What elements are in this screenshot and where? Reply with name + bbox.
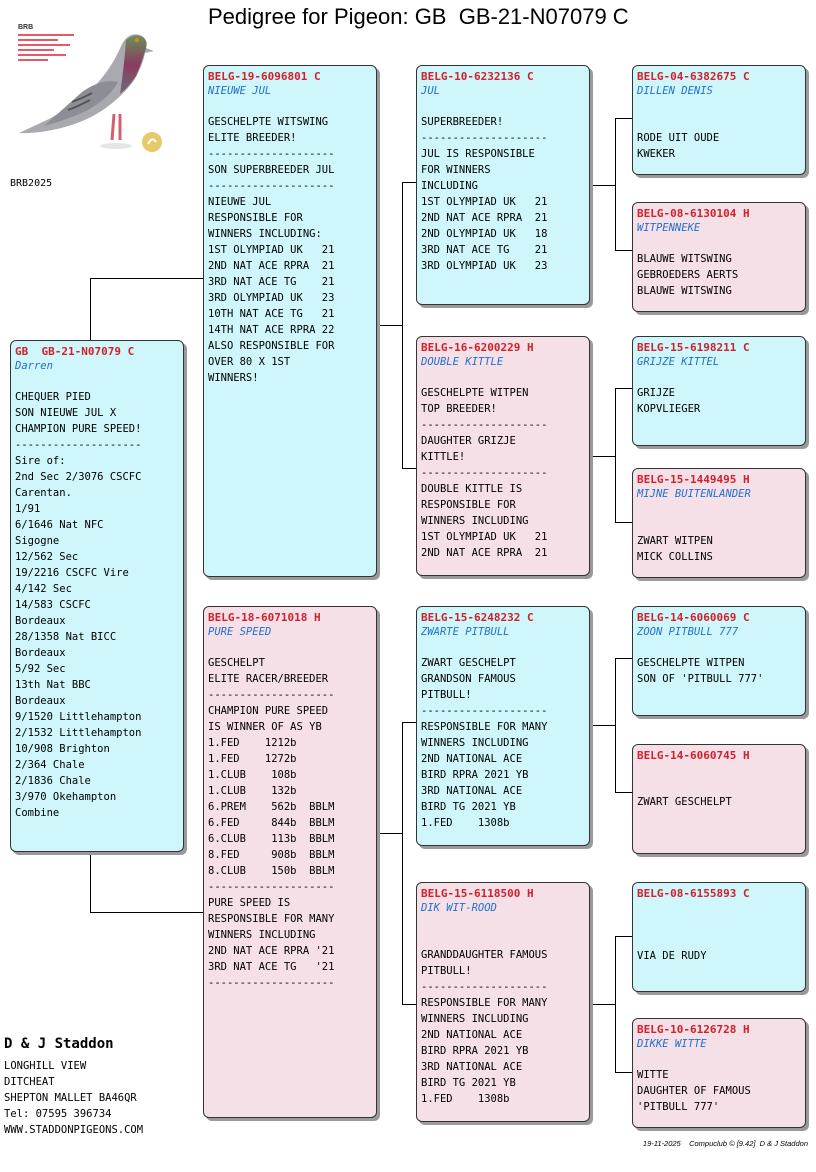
connector-line	[615, 522, 632, 523]
sire-card[interactable]: BELG-19-6096801 C NIEUWE JUL GESCHELPTE …	[203, 65, 377, 577]
connector-line	[615, 936, 616, 1072]
connector-line	[615, 388, 632, 389]
connector-line	[90, 852, 91, 912]
pigeon-name: DIKKE WITTE	[637, 1038, 707, 1050]
pigeon-name: DILLEN DENIS	[637, 85, 713, 97]
connector-line	[90, 912, 204, 913]
connector-line	[402, 1004, 417, 1005]
connector-line	[377, 833, 402, 834]
connector-line	[615, 1072, 632, 1073]
pigeon-details: GRIJZE KOPVLIEGER	[637, 387, 701, 415]
connector-line	[615, 658, 632, 659]
ring-number: BELG-18-6071018 H	[208, 611, 321, 624]
connector-line	[590, 1004, 615, 1005]
pigeon-name: NIEUWE JUL	[208, 85, 272, 97]
grandsire-paternal-card[interactable]: BELG-10-6232136 C JUL SUPERBREEDER! ----…	[416, 65, 590, 305]
connector-line	[402, 468, 417, 469]
connector-line	[615, 118, 632, 119]
connector-line	[590, 456, 615, 457]
connector-line	[590, 185, 615, 186]
connector-line	[615, 388, 616, 522]
ring-number: BELG-04-6382675 C	[637, 70, 750, 83]
breeder-info: D & J Staddon LONGHILL VIEW DITCHEAT SHE…	[4, 1034, 143, 1138]
pigeon-name: PURE SPEED	[208, 626, 272, 638]
ring-number: GB GB-21-N07079 C	[15, 345, 135, 358]
ring-number: BELG-14-6060069 C	[637, 611, 750, 624]
pigeon-details: ZWART GESCHELPT	[637, 796, 732, 808]
pigeon-details: GESCHELPTE WITPEN TOP BREEDER! ---------…	[421, 387, 548, 559]
connector-line	[615, 936, 632, 937]
pigeon-details: BLAUWE WITSWING GEBROEDERS AERTS BLAUWE …	[637, 253, 739, 297]
connector-line	[402, 722, 417, 723]
pigeon-name: JUL	[421, 85, 440, 97]
connector-line	[590, 725, 615, 726]
connector-line	[90, 278, 204, 279]
pigeon-name: GRIJZE KITTEL	[637, 356, 720, 368]
ring-number: BELG-15-1449495 H	[637, 473, 750, 486]
connector-line	[402, 182, 403, 468]
great-grandparent-card[interactable]: BELG-08-6130104 H WITPENNEKE BLAUWE WITS…	[632, 202, 806, 312]
pigeon-details: GESCHELPT ELITE RACER/BREEDER ----------…	[208, 657, 335, 989]
ring-number: BELG-10-6126728 H	[637, 1023, 750, 1036]
ring-number: BELG-15-6248232 C	[421, 611, 534, 624]
great-grandparent-card[interactable]: BELG-15-1449495 H MIJNE BUITENLANDER ZWA…	[632, 468, 806, 578]
great-grandparent-card[interactable]: BELG-15-6198211 C GRIJZE KITTEL GRIJZE K…	[632, 336, 806, 446]
pigeon-details: GRANDDAUGHTER FAMOUS PITBULL! ----------…	[421, 949, 548, 1105]
connector-line	[615, 658, 616, 792]
pigeon-name: Darren	[15, 360, 53, 372]
pigeon-details: GESCHELPTE WITSWING ELITE BREEDER! -----…	[208, 116, 335, 384]
breeder-name: D & J Staddon	[4, 1036, 114, 1052]
pigeon-icon	[19, 34, 162, 152]
pigeon-name: DIK WIT-ROOD	[421, 902, 497, 914]
logo-code: BRB2025	[10, 178, 53, 189]
great-grandparent-card[interactable]: BELG-04-6382675 C DILLEN DENIS RODE UIT …	[632, 65, 806, 175]
great-grandparent-card[interactable]: BELG-08-6155893 C VIA DE RUDY	[632, 882, 806, 992]
ring-number: BELG-15-6198211 C	[637, 341, 750, 354]
ring-number: BELG-14-6060745 H	[637, 749, 750, 762]
page-title: Pedigree for Pigeon: GB GB-21-N07079 C	[208, 4, 629, 29]
connector-line	[402, 182, 417, 183]
logo: BRB	[12, 14, 182, 164]
great-grandparent-card[interactable]: BELG-14-6060069 C ZOON PITBULL 777 GESCH…	[632, 606, 806, 716]
pigeon-name: DOUBLE KITTLE	[421, 356, 504, 368]
breeder-address: LONGHILL VIEW DITCHEAT SHEPTON MALLET BA…	[4, 1060, 144, 1136]
pigeon-details: RODE UIT OUDE KWEKER	[637, 132, 720, 160]
dam-card[interactable]: BELG-18-6071018 H PURE SPEED GESCHELPT E…	[203, 606, 377, 1118]
granddam-maternal-card[interactable]: BELG-15-6118500 H DIK WIT-ROOD GRANDDAUG…	[416, 882, 590, 1122]
ring-number: BELG-08-6155893 C	[637, 887, 750, 900]
ring-number: BELG-08-6130104 H	[637, 207, 750, 220]
ring-number: BELG-19-6096801 C	[208, 70, 321, 83]
pigeon-details: CHEQUER PIED SON NIEUWE JUL X CHAMPION P…	[15, 391, 142, 819]
connector-line	[377, 325, 402, 326]
ring-number: BELG-16-6200229 H	[421, 341, 534, 354]
pigeon-name: ZWARTE PITBULL	[421, 626, 510, 638]
great-grandparent-card[interactable]: BELG-10-6126728 H DIKKE WITTE WITTE DAUG…	[632, 1018, 806, 1128]
pigeon-details: GESCHELPTE WITPEN SON OF 'PITBULL 777'	[637, 657, 764, 685]
ring-number: BELG-10-6232136 C	[421, 70, 534, 83]
ring-number: BELG-15-6118500 H	[421, 887, 534, 900]
connector-line	[615, 250, 632, 251]
connector-line	[615, 792, 632, 793]
connector-line	[615, 118, 616, 250]
granddam-paternal-card[interactable]: BELG-16-6200229 H DOUBLE KITTLE GESCHELP…	[416, 336, 590, 576]
connector-line	[90, 278, 91, 342]
pigeon-details: ZWART WITPEN MICK COLLINS	[637, 535, 713, 563]
pigeon-details: WITTE DAUGHTER OF FAMOUS 'PITBULL 777'	[637, 1069, 751, 1113]
pigeon-details: VIA DE RUDY	[637, 950, 707, 962]
pigeon-name: MIJNE BUITENLANDER	[637, 488, 751, 500]
pigeon-name: WITPENNEKE	[637, 222, 701, 234]
footer-credit: 19-11-2025 Compuclub © [9.42] D & J Stad…	[642, 1139, 808, 1148]
subject-card[interactable]: GB GB-21-N07079 C Darren CHEQUER PIED SO…	[10, 340, 184, 852]
pigeon-details: ZWART GESCHELPT GRANDSON FAMOUS PITBULL!…	[421, 657, 548, 829]
pigeon-name: ZOON PITBULL 777	[637, 626, 739, 638]
grandsire-maternal-card[interactable]: BELG-15-6248232 C ZWARTE PITBULL ZWART G…	[416, 606, 590, 846]
pigeon-details: SUPERBREEDER! -------------------- JUL I…	[421, 116, 548, 272]
connector-line	[402, 722, 403, 1004]
great-grandparent-card[interactable]: BELG-14-6060745 H ZWART GESCHELPT	[632, 744, 806, 854]
